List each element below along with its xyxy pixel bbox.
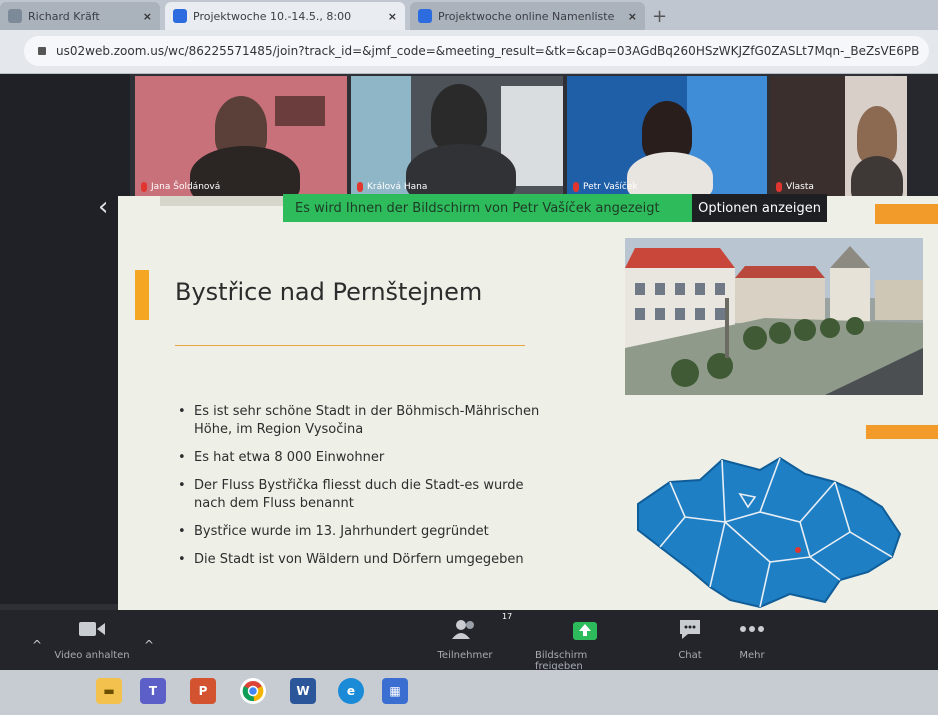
more-dots-icon: [740, 626, 764, 632]
chat-label: Chat: [678, 650, 702, 661]
slide-bullet-list: Es ist sehr schöne Stadt in der Böhmisch…: [176, 403, 556, 579]
participants-label: Teilnehmer: [437, 650, 493, 661]
slide-accent: [866, 425, 938, 439]
participant-name: Jana Šoldánová: [151, 182, 221, 192]
czech-regions-map: [630, 452, 908, 612]
tab-label: Projektwoche online Namenliste: [438, 9, 615, 23]
title-divider: [175, 345, 525, 346]
bullet-item: Der Fluss Bystřička fliesst duch die Sta…: [176, 477, 556, 513]
stop-video-label: Video anhalten: [54, 650, 130, 661]
audio-options-caret-icon[interactable]: ^: [32, 638, 42, 652]
participant-name: Králová Hana: [367, 182, 428, 192]
tab-favicon-icon: [418, 9, 432, 23]
map-country-shape: [637, 456, 902, 609]
url-text: us02web.zoom.us/wc/86225571485/join?trac…: [56, 44, 920, 58]
participant-video[interactable]: Jana Šoldánová: [135, 76, 347, 196]
photos-icon[interactable]: ▦: [382, 678, 408, 704]
browser-tab[interactable]: Richard Kräft ×: [0, 2, 160, 30]
close-icon[interactable]: ×: [382, 10, 397, 23]
tab-label: Richard Kräft: [28, 9, 100, 23]
lock-icon: [38, 47, 46, 55]
slide-top-bar: [160, 196, 292, 206]
chrome-icon[interactable]: [240, 678, 266, 704]
participant-video[interactable]: Vlasta: [770, 76, 845, 196]
address-bar: us02web.zoom.us/wc/86225571485/join?trac…: [0, 30, 938, 74]
screen-share-banner: Es wird Ihnen der Bildschirm von Petr Va…: [283, 194, 827, 222]
participant-video[interactable]: Petr Vašíček: [567, 76, 767, 196]
video-options-caret-icon[interactable]: ^: [144, 638, 154, 652]
participant-name: Petr Vašíček: [583, 182, 638, 192]
participant-video[interactable]: Králová Hana: [351, 76, 563, 196]
chat-icon: [680, 620, 700, 639]
word-icon[interactable]: W: [290, 678, 316, 704]
slide-accent: [135, 270, 149, 320]
video-camera-icon: [79, 622, 105, 636]
share-screen-button[interactable]: Bildschirm freigeben: [535, 616, 635, 672]
muted-mic-icon: [776, 182, 782, 192]
view-options-label: Optionen anzeigen: [698, 200, 821, 216]
participant-count-badge: 17: [502, 612, 513, 621]
slide-title: Bystřice nad Pernštejnem: [175, 278, 483, 306]
tab-favicon-icon: [8, 9, 22, 23]
more-label: Mehr: [739, 650, 765, 661]
share-screen-label: Bildschirm freigeben: [535, 650, 588, 672]
participant-strip: Jana Šoldánová Králová Hana Petr Vašíček…: [0, 74, 938, 222]
view-options-button[interactable]: Optionen anzeigen: [692, 194, 827, 222]
url-field[interactable]: us02web.zoom.us/wc/86225571485/join?trac…: [24, 36, 929, 66]
new-tab-button[interactable]: +: [652, 6, 667, 27]
zoom-favicon-icon: [173, 9, 187, 23]
bullet-item: Es hat etwa 8 000 Einwohner: [176, 449, 556, 467]
close-icon[interactable]: ×: [622, 10, 637, 23]
participant-name: Vlasta: [786, 182, 814, 192]
teams-icon[interactable]: T: [140, 678, 166, 704]
slide-accent: [875, 204, 938, 224]
participants-icon: [452, 620, 474, 639]
previous-page-arrow-icon[interactable]: ‹: [98, 192, 108, 222]
stop-video-button[interactable]: Video anhalten: [52, 616, 132, 661]
more-button[interactable]: Mehr: [712, 616, 792, 661]
browser-tab-active[interactable]: Projektwoche 10.-14.5., 8:00 ×: [165, 2, 405, 30]
file-explorer-icon[interactable]: ▬: [96, 678, 122, 704]
share-screen-icon: [573, 622, 597, 640]
bullet-item: Bystřice wurde im 13. Jahrhundert gegrün…: [176, 523, 556, 541]
powerpoint-icon[interactable]: P: [190, 678, 216, 704]
participants-button[interactable]: 17 Teilnehmer: [425, 612, 513, 661]
bullet-item: Es ist sehr schöne Stadt in der Böhmisch…: [176, 403, 556, 439]
bullet-item: Die Stadt ist von Wäldern und Dörfern um…: [176, 551, 556, 569]
participant-video[interactable]: [845, 76, 907, 196]
browser-tab-bar: Richard Kräft × Projektwoche 10.-14.5., …: [0, 0, 938, 30]
muted-mic-icon: [357, 182, 363, 192]
browser-tab[interactable]: Projektwoche online Namenliste ×: [410, 2, 645, 30]
muted-mic-icon: [573, 182, 579, 192]
close-icon[interactable]: ×: [137, 10, 152, 23]
edge-icon[interactable]: e: [338, 678, 364, 704]
muted-mic-icon: [141, 182, 147, 192]
screen-share-text: Es wird Ihnen der Bildschirm von Petr Va…: [295, 200, 660, 216]
town-square-photo: [625, 238, 923, 395]
town-location-marker: [795, 547, 801, 553]
tab-label: Projektwoche 10.-14.5., 8:00: [193, 9, 352, 23]
